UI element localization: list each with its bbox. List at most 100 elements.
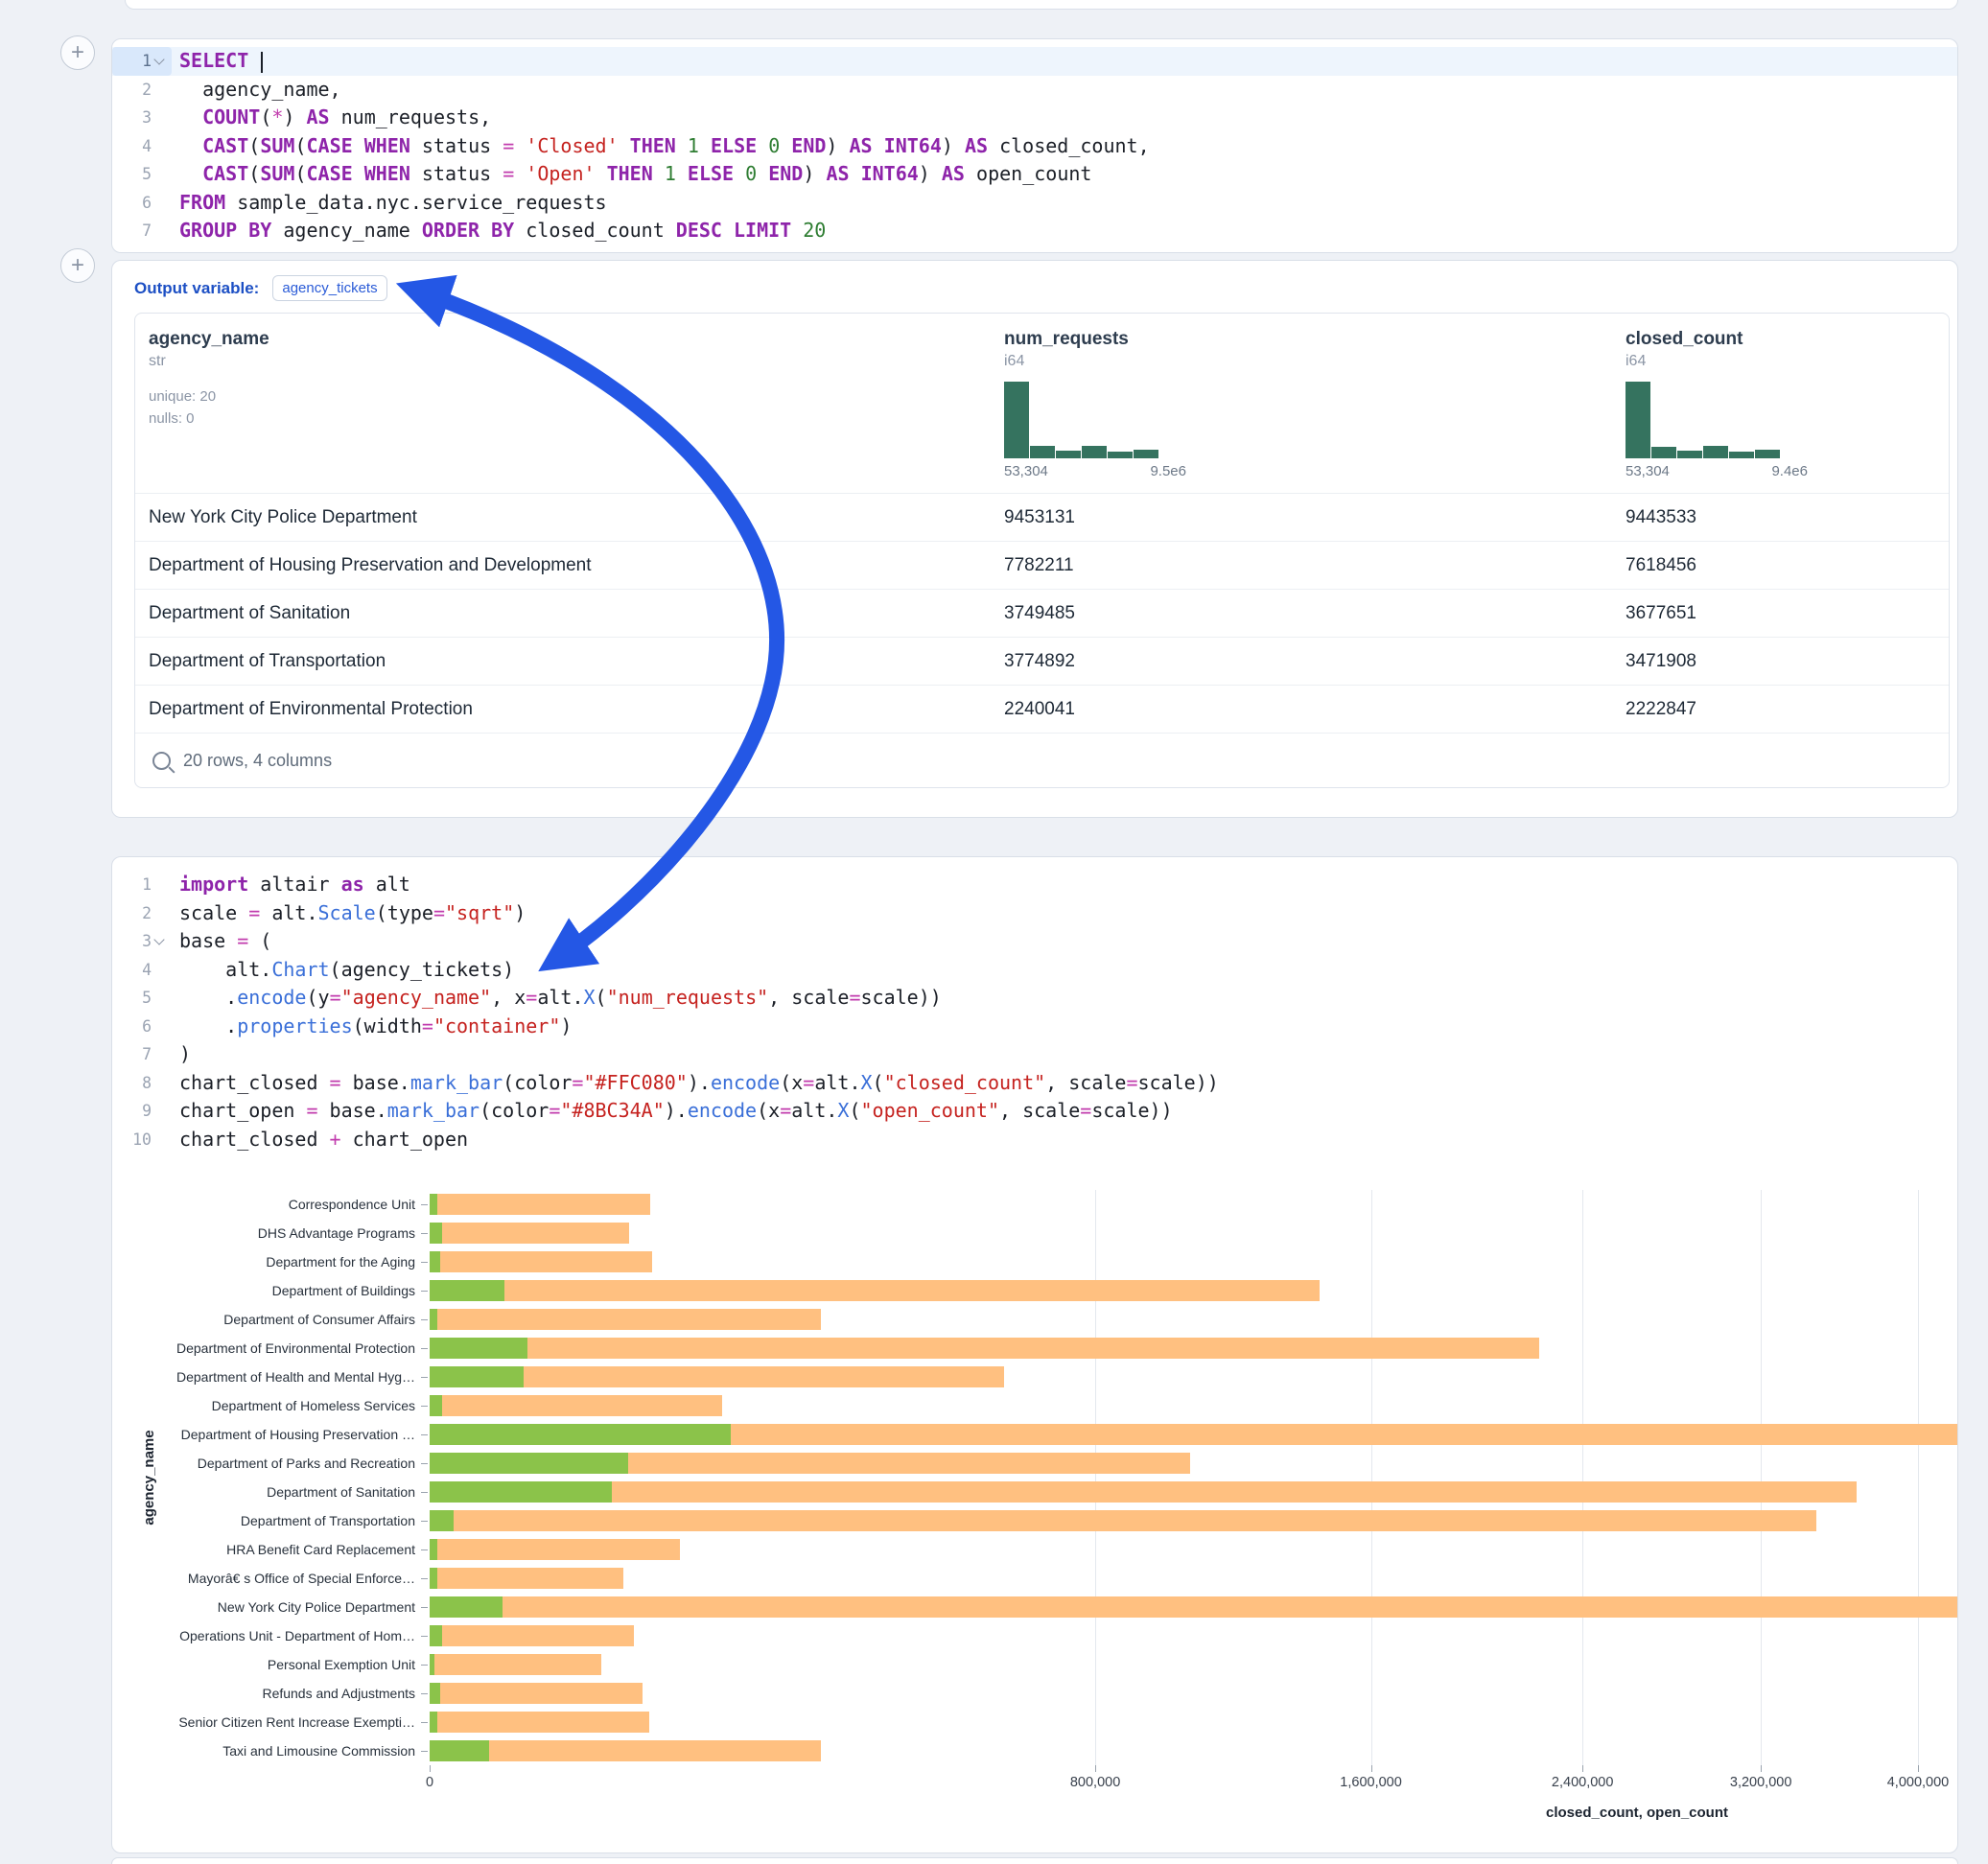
- code-token: chart_open: [341, 1128, 468, 1151]
- code-line[interactable]: 1SELECT: [112, 47, 1957, 76]
- code-token: encode: [237, 986, 306, 1009]
- column-type: str: [149, 353, 991, 370]
- output-variable-row: Output variable: agency_tickets: [112, 261, 1957, 301]
- code-token: scale)): [1138, 1071, 1219, 1094]
- y-axis-tick: [421, 1348, 428, 1349]
- code-line[interactable]: 6FROM sample_data.nyc.service_requests: [112, 189, 1957, 218]
- table-footer: 20 rows, 4 columns: [135, 733, 1949, 787]
- bar-closed-count: [430, 1596, 1957, 1618]
- code-line[interactable]: 3 COUNT(*) AS num_requests,: [112, 104, 1957, 132]
- code-line[interactable]: 5 CAST(SUM(CASE WHEN status = 'Open' THE…: [112, 160, 1957, 189]
- code-line[interactable]: 3base = (: [112, 927, 1957, 956]
- collapse-chevron-icon[interactable]: [153, 54, 164, 64]
- x-tick-label: 0: [426, 1775, 433, 1790]
- code-token: [514, 134, 526, 157]
- table-cell: Department of Housing Preservation and D…: [135, 555, 991, 576]
- histogram-max: 9.5e6: [1150, 463, 1186, 479]
- code-line[interactable]: 2 agency_name,: [112, 76, 1957, 105]
- code-line[interactable]: 9chart_open = base.mark_bar(color="#8BC3…: [112, 1097, 1957, 1126]
- table-row: Department of Environmental Protection22…: [135, 685, 1949, 733]
- line-number: 3: [112, 927, 172, 956]
- code-token: =: [306, 1099, 317, 1122]
- code-token: .: [179, 986, 237, 1009]
- histogram-bar: [1134, 450, 1158, 458]
- code-text: SELECT: [179, 47, 263, 76]
- y-axis-label: Department of Sanitation: [112, 1478, 415, 1506]
- add-cell-button[interactable]: +: [60, 248, 95, 283]
- line-number: 9: [112, 1097, 172, 1126]
- code-token: AS: [307, 105, 330, 128]
- x-axis-tick: [1918, 1765, 1919, 1772]
- code-token: =: [1080, 1099, 1091, 1122]
- grid-line: [1095, 1190, 1096, 1765]
- code-token: as: [341, 873, 364, 896]
- y-axis-label: Department of Consumer Affairs: [112, 1305, 415, 1334]
- bar-open-count: [430, 1280, 504, 1301]
- code-line[interactable]: 7): [112, 1040, 1957, 1069]
- y-axis-tick: [421, 1607, 428, 1608]
- code-token: ELSE: [688, 162, 734, 185]
- column-type: i64: [1004, 353, 1612, 370]
- code-token: INT64: [861, 162, 919, 185]
- y-axis-tick: [421, 1291, 428, 1292]
- code-token: =: [849, 986, 860, 1009]
- line-number: 1: [112, 871, 172, 899]
- code-line[interactable]: 8chart_closed = base.mark_bar(color="#FF…: [112, 1069, 1957, 1098]
- code-token: =: [503, 134, 514, 157]
- y-axis-label: Department of Parks and Recreation: [112, 1449, 415, 1478]
- code-token: [179, 162, 202, 185]
- code-token: status: [410, 162, 503, 185]
- code-token: scale)): [1091, 1099, 1172, 1122]
- bar-open-count: [430, 1366, 524, 1387]
- code-line[interactable]: 5 .encode(y="agency_name", x=alt.X("num_…: [112, 984, 1957, 1013]
- histogram-bar: [1108, 452, 1133, 458]
- code-token: Scale: [318, 901, 376, 924]
- x-axis-tick: [1582, 1765, 1583, 1772]
- output-variable-chip[interactable]: agency_tickets: [272, 275, 386, 301]
- y-axis-label: Department of Environmental Protection: [112, 1334, 415, 1363]
- sql-code-editor[interactable]: 1SELECT 2 agency_name,3 COUNT(*) AS num_…: [112, 47, 1957, 245]
- python-code-editor[interactable]: 1import altair as alt2scale = alt.Scale(…: [112, 871, 1957, 1153]
- plus-icon: +: [71, 41, 84, 64]
- column-header[interactable]: closed_counti6453,3049.4e6: [1612, 314, 1949, 493]
- histogram-bar: [1004, 382, 1029, 458]
- code-token: [353, 162, 364, 185]
- code-line[interactable]: 2scale = alt.Scale(type="sqrt"): [112, 899, 1957, 928]
- code-line[interactable]: 4 alt.Chart(agency_tickets): [112, 956, 1957, 985]
- code-token: AS: [826, 162, 849, 185]
- code-token: =: [330, 1071, 341, 1094]
- code-text: chart_closed + chart_open: [179, 1126, 468, 1154]
- line-number: 1: [112, 47, 172, 76]
- bar-open-count: [430, 1712, 437, 1733]
- code-token: "agency_name": [341, 986, 492, 1009]
- code-line[interactable]: 10chart_closed + chart_open: [112, 1126, 1957, 1154]
- code-token: "open_count": [861, 1099, 1000, 1122]
- code-token: alt.: [814, 1071, 860, 1094]
- code-line[interactable]: 4 CAST(SUM(CASE WHEN status = 'Closed' T…: [112, 132, 1957, 161]
- collapse-chevron-icon[interactable]: [153, 934, 164, 944]
- code-token: properties: [237, 1014, 352, 1037]
- line-number: 6: [112, 189, 172, 218]
- histogram-bar: [1625, 382, 1650, 458]
- bar-open-count: [430, 1740, 489, 1761]
- add-cell-button[interactable]: +: [60, 35, 95, 70]
- code-token: [722, 219, 734, 242]
- code-line[interactable]: 6 .properties(width="container"): [112, 1013, 1957, 1041]
- histogram-min: 53,304: [1625, 463, 1670, 479]
- code-line[interactable]: 1import altair as alt: [112, 871, 1957, 899]
- code-token: encode: [711, 1071, 780, 1094]
- code-token: chart_open: [179, 1099, 306, 1122]
- line-number-text: 4: [142, 956, 152, 985]
- code-token: import: [179, 873, 248, 896]
- column-header[interactable]: num_requestsi6453,3049.5e6: [991, 314, 1612, 493]
- search-icon[interactable]: [152, 752, 171, 770]
- code-token: (: [248, 134, 260, 157]
- code-text: FROM sample_data.nyc.service_requests: [179, 189, 607, 218]
- column-header[interactable]: agency_namestrunique: 20nulls: 0: [135, 314, 991, 493]
- code-token: =: [422, 1014, 433, 1037]
- code-line[interactable]: 7GROUP BY agency_name ORDER BY closed_co…: [112, 217, 1957, 245]
- y-axis-tick: [421, 1377, 428, 1378]
- code-token: [619, 134, 630, 157]
- line-number: 7: [112, 217, 172, 245]
- code-token: base: [179, 929, 237, 952]
